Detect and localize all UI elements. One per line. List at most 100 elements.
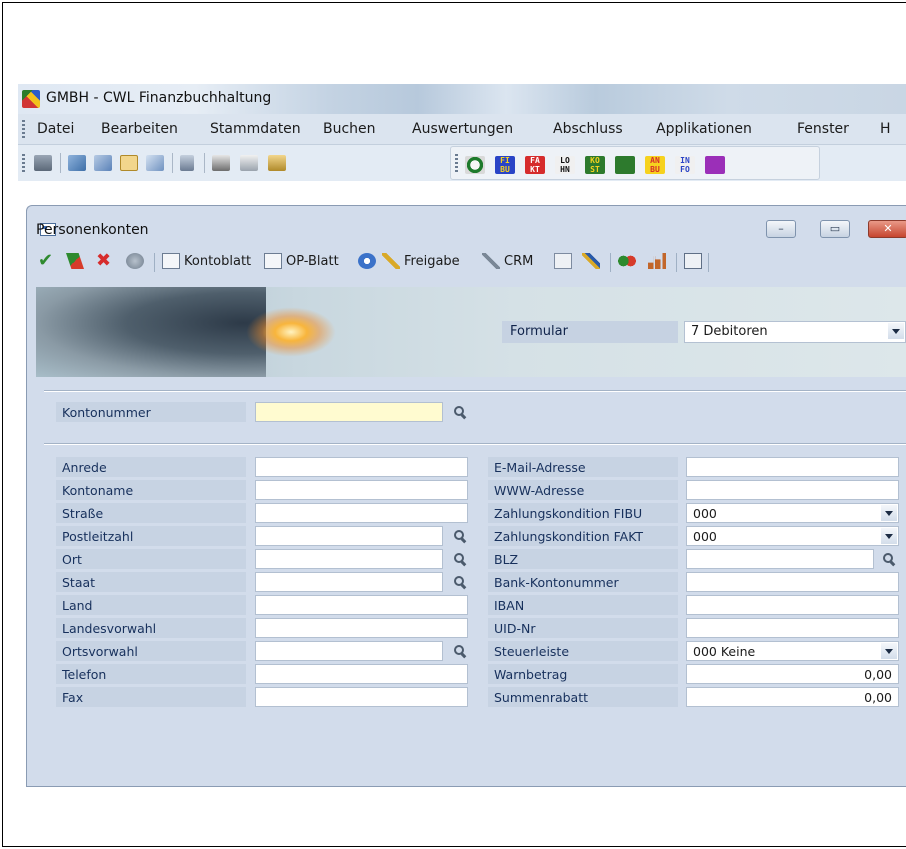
- field-label: Anrede: [62, 460, 107, 475]
- toolbar-grip-icon[interactable]: [22, 154, 25, 172]
- module-toolbar-grip-icon[interactable]: [455, 154, 458, 172]
- chevron-down-icon[interactable]: [881, 505, 897, 521]
- field-input[interactable]: [255, 664, 468, 684]
- search-icon[interactable]: [451, 551, 467, 567]
- field-label-box: Warnbetrag: [488, 664, 678, 684]
- field-input[interactable]: [255, 526, 443, 546]
- menu-stammdaten[interactable]: Stammdaten: [210, 121, 301, 137]
- kontoblatt-icon[interactable]: [162, 253, 180, 269]
- search-icon[interactable]: [451, 404, 467, 420]
- field-label: Land: [62, 598, 93, 613]
- print-icon[interactable]: [34, 155, 52, 171]
- field-input[interactable]: [255, 503, 468, 523]
- checkmark-icon[interactable]: ✔: [38, 252, 56, 270]
- formular-select[interactable]: 7 Debitoren: [684, 321, 906, 343]
- search-icon[interactable]: [451, 528, 467, 544]
- key-icon[interactable]: [382, 253, 400, 269]
- maximize-button[interactable]: ▭: [820, 220, 850, 238]
- paste-icon[interactable]: [268, 155, 286, 171]
- save-exit-icon[interactable]: [66, 253, 84, 269]
- field-select[interactable]: 000 Keine: [686, 641, 899, 661]
- menu-fenster[interactable]: Fenster: [797, 121, 849, 137]
- field-label: Zahlungskondition FIBU: [494, 506, 643, 521]
- field-label-box: Ort: [56, 549, 246, 569]
- menu-help[interactable]: H: [880, 121, 891, 137]
- properties-icon[interactable]: [684, 253, 702, 269]
- field-input[interactable]: [686, 457, 899, 477]
- wrench-icon[interactable]: [482, 253, 500, 269]
- field-input[interactable]: 0,00: [686, 687, 899, 707]
- comments-icon[interactable]: [618, 253, 636, 269]
- field-label: Ort: [62, 552, 82, 567]
- module-toolbar: FI BU FA KT LO HN KO ST AN BU IN FO: [450, 146, 820, 180]
- menu-applikationen[interactable]: Applikationen: [656, 121, 752, 137]
- kontonummer-input[interactable]: [255, 402, 443, 422]
- menu-bearbeiten[interactable]: Bearbeiten: [101, 121, 178, 137]
- kontoblatt-button[interactable]: Kontoblatt: [184, 254, 251, 269]
- field-select[interactable]: 000: [686, 526, 899, 546]
- lohn-module-icon[interactable]: LO HN: [555, 156, 575, 174]
- field-input[interactable]: [255, 618, 468, 638]
- field-value: 0,00: [864, 690, 892, 705]
- grid-module-icon[interactable]: [705, 156, 725, 174]
- edit-pencil-icon[interactable]: [582, 253, 600, 269]
- field-label-box: Staat: [56, 572, 246, 592]
- op-blatt-icon[interactable]: [264, 253, 282, 269]
- field-input[interactable]: [255, 687, 468, 707]
- chevron-down-icon[interactable]: [881, 643, 897, 659]
- fibu-module-icon[interactable]: FI BU: [495, 156, 515, 174]
- delete-icon[interactable]: [126, 253, 144, 269]
- window-restore-icon[interactable]: [146, 155, 164, 171]
- minimize-button[interactable]: –: [766, 220, 796, 238]
- field-label: IBAN: [494, 598, 525, 613]
- copy-icon[interactable]: [240, 155, 258, 171]
- menu-grip-icon[interactable]: [22, 120, 25, 138]
- field-input[interactable]: [686, 480, 899, 500]
- field-input[interactable]: [255, 595, 468, 615]
- menu-datei[interactable]: Datei: [37, 121, 74, 137]
- window-active-icon[interactable]: [120, 155, 138, 171]
- kost-module-icon[interactable]: KO ST: [585, 156, 605, 174]
- field-select[interactable]: 000: [686, 503, 899, 523]
- info-icon[interactable]: [358, 253, 376, 269]
- chevron-down-icon[interactable]: [888, 323, 904, 339]
- field-label: Kontoname: [62, 483, 134, 498]
- field-input[interactable]: [686, 595, 899, 615]
- freigabe-button[interactable]: Freigabe: [404, 254, 460, 269]
- document-icon[interactable]: [180, 155, 194, 171]
- cwl-logo-icon[interactable]: [465, 156, 485, 174]
- crm-button[interactable]: CRM: [504, 254, 533, 269]
- field-input[interactable]: [255, 480, 468, 500]
- field-input[interactable]: [686, 572, 899, 592]
- cut-icon[interactable]: [212, 155, 230, 171]
- field-input[interactable]: [255, 457, 468, 477]
- statistics-icon[interactable]: [648, 253, 666, 269]
- chevron-down-icon[interactable]: [881, 528, 897, 544]
- field-input[interactable]: [686, 549, 874, 569]
- menu-auswertungen[interactable]: Auswertungen: [412, 121, 513, 137]
- window-cascade-icon[interactable]: [68, 155, 86, 171]
- formular-value: 7 Debitoren: [691, 324, 768, 339]
- menu-abschluss[interactable]: Abschluss: [553, 121, 623, 137]
- field-value: 0,00: [864, 667, 892, 682]
- chart-module-icon[interactable]: [615, 156, 635, 174]
- field-label: BLZ: [494, 552, 519, 567]
- info-module-icon[interactable]: IN FO: [675, 156, 695, 174]
- fakt-module-icon[interactable]: FA KT: [525, 156, 545, 174]
- close-button[interactable]: ✕: [868, 220, 906, 238]
- main-toolbar: FI BU FA KT LO HN KO ST AN BU IN FO: [18, 145, 906, 181]
- window-tile-icon[interactable]: [94, 155, 112, 171]
- menu-buchen[interactable]: Buchen: [323, 121, 376, 137]
- field-input[interactable]: 0,00: [686, 664, 899, 684]
- field-input[interactable]: [255, 641, 443, 661]
- search-icon[interactable]: [880, 551, 896, 567]
- field-input[interactable]: [255, 549, 443, 569]
- anbu-module-icon[interactable]: AN BU: [645, 156, 665, 174]
- cancel-x-icon[interactable]: ✖: [96, 252, 114, 270]
- list-icon[interactable]: [554, 253, 572, 269]
- field-input[interactable]: [255, 572, 443, 592]
- search-icon[interactable]: [451, 643, 467, 659]
- field-input[interactable]: [686, 618, 899, 638]
- search-icon[interactable]: [451, 574, 467, 590]
- op-blatt-button[interactable]: OP-Blatt: [286, 254, 339, 269]
